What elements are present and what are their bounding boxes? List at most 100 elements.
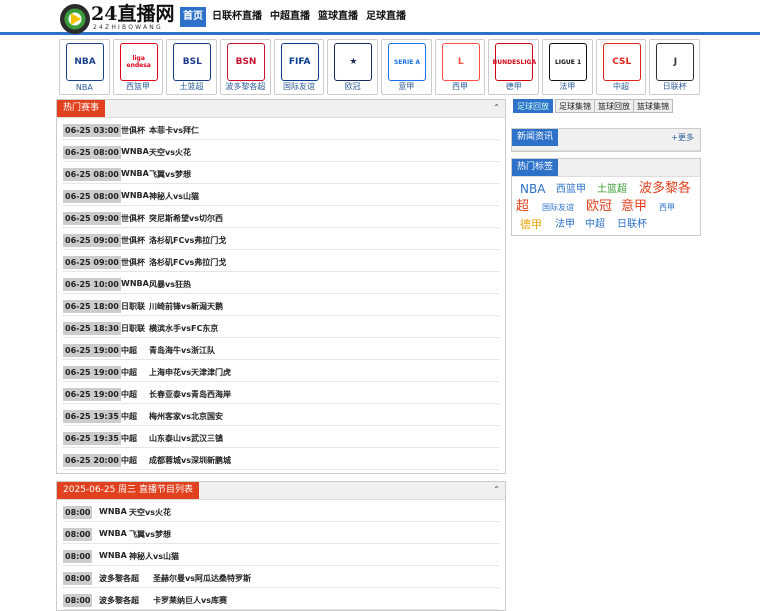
schedule-header: 2025-06-25 周三 直播节目列表 ⌃ (57, 482, 505, 500)
table-row[interactable]: 08:00 WNBA 天空vs火花 (63, 503, 499, 522)
table-row[interactable]: 06-25 20:00 中超 成都蓉城vs深圳新鹏城 (63, 451, 499, 470)
collapse-icon[interactable]: ⌃ (493, 103, 500, 112)
tag-link[interactable]: 土篮超 (597, 185, 627, 195)
tag-link[interactable]: 波多黎各 (639, 182, 691, 195)
table-row[interactable]: 06-25 08:00 WNBA 天空vs火花 (63, 143, 499, 162)
league-tile[interactable]: ★ 欧冠 (327, 39, 379, 95)
league-logo-icon: BSL (173, 43, 212, 81)
nav-basketball[interactable]: 篮球直播 (316, 7, 360, 27)
logo-subtitle: 24ZHIBOWANG (93, 24, 163, 31)
match-title[interactable]: 卡罗莱纳巨人vs库赛 (153, 595, 227, 606)
match-title[interactable]: 风暴vs狂热 (149, 279, 191, 290)
tab-football-replay[interactable]: 足球回放 (513, 99, 553, 113)
table-row[interactable]: 06-25 19:35 中超 山东泰山vs武汉三镇 (63, 429, 499, 448)
table-row[interactable]: 06-25 09:00 世俱杯 洛杉矶FCvs弗拉门戈 (63, 231, 499, 250)
tag-link[interactable]: 德甲 (520, 219, 542, 230)
match-title[interactable]: 成都蓉城vs深圳新鹏城 (149, 455, 231, 466)
league-logo-icon: LIGUE 1 (549, 43, 588, 81)
league-tile[interactable]: J 日联杯 (649, 39, 701, 95)
league-name: 世俱杯 (121, 258, 145, 267)
tab-basketball-highlights[interactable]: 篮球集锦 (633, 99, 673, 113)
tab-football-highlights[interactable]: 足球集锦 (555, 99, 595, 113)
match-title[interactable]: 天空vs火花 (149, 147, 191, 158)
tag-link[interactable]: 西篮甲 (556, 185, 586, 195)
table-row[interactable]: 08:00 波多黎各超 卡罗莱纳巨人vs库赛 (63, 591, 499, 610)
match-time: 06-25 08:00 (63, 190, 121, 203)
tag-link[interactable]: 欧冠 (586, 200, 612, 213)
league-logo-icon: BUNDESLIGA (493, 43, 536, 81)
table-row[interactable]: 06-25 09:00 世俱杯 洛杉矶FCvs弗拉门戈 (63, 253, 499, 272)
match-title[interactable]: 神秘人vs山猫 (129, 551, 179, 562)
league-tile[interactable]: CSL 中超 (595, 39, 647, 95)
league-tile[interactable]: FIFA 国际友谊 (273, 39, 325, 95)
tag-link[interactable]: 西甲 (659, 204, 675, 212)
tag-link[interactable]: 法甲 (555, 220, 575, 230)
league-tile[interactable]: BSL 土篮超 (166, 39, 218, 95)
table-row[interactable]: 06-25 09:00 世俱杯 突尼斯希望vs切尔西 (63, 209, 499, 228)
league-label: 日联杯 (662, 82, 687, 91)
site-logo[interactable]: 24直播网 24ZHIBOWANG (60, 3, 174, 34)
league-tile[interactable]: LIGUE 1 法甲 (542, 39, 593, 95)
league-tile[interactable]: liga endesa 西篮甲 (112, 39, 164, 95)
match-title[interactable]: 横滨水手vsFC东京 (149, 323, 218, 334)
table-row[interactable]: 06-25 19:00 中超 青岛海牛vs浙江队 (63, 341, 499, 360)
nav-csl[interactable]: 中超直播 (268, 7, 312, 27)
tag-link[interactable]: 超 (516, 200, 529, 213)
nav-jleague-cup[interactable]: 日联杯直播 (210, 7, 264, 27)
play-ball-icon (60, 4, 90, 34)
league-logo-icon: CSL (602, 43, 641, 81)
match-title[interactable]: 突尼斯希望vs切尔西 (149, 213, 223, 224)
match-title[interactable]: 本菲卡vs拜仁 (149, 125, 199, 136)
match-title[interactable]: 洛杉矶FCvs弗拉门戈 (149, 257, 226, 268)
league-name: WNBA (121, 147, 149, 156)
nav-football[interactable]: 足球直播 (364, 7, 408, 27)
match-title[interactable]: 神秘人vs山猫 (149, 191, 199, 202)
league-tile[interactable]: BSN 波多黎各超 (220, 39, 271, 95)
league-tile[interactable]: L 西甲 (434, 39, 486, 95)
match-title[interactable]: 梅州客家vs北京国安 (149, 411, 223, 422)
league-name: WNBA (99, 507, 127, 516)
table-row[interactable]: 08:00 波多黎各超 圣赫尔曼vs阿瓜达桑特罗斯 (63, 569, 499, 588)
table-row[interactable]: 06-25 19:00 中超 长春亚泰vs青岛西海岸 (63, 385, 499, 404)
table-row[interactable]: 08:00 WNBA 飞翼vs梦想 (63, 525, 499, 544)
match-time: 08:00 (63, 550, 93, 563)
match-title[interactable]: 圣赫尔曼vs阿瓜达桑特罗斯 (153, 573, 251, 584)
table-row[interactable]: 06-25 19:35 中超 梅州客家vs北京国安 (63, 407, 499, 426)
league-tile[interactable]: SERIE A 意甲 (381, 39, 432, 95)
match-title[interactable]: 飞翼vs梦想 (129, 529, 171, 540)
tag-link[interactable]: 日联杯 (617, 220, 647, 230)
match-title[interactable]: 洛杉矶FCvs弗拉门戈 (149, 235, 226, 246)
match-title[interactable]: 长春亚泰vs青岛西海岸 (149, 389, 231, 400)
table-row[interactable]: 06-25 19:00 中超 上海申花vs天津津门虎 (63, 363, 499, 382)
match-title[interactable]: 山东泰山vs武汉三镇 (149, 433, 223, 444)
hot-matches-title: 热门赛事 (57, 100, 106, 117)
schedule-title: 2025-06-25 周三 直播节目列表 (57, 482, 200, 499)
table-row[interactable]: 06-25 08:00 WNBA 飞翼vs梦想 (63, 165, 499, 184)
league-logo-icon: SERIE A (388, 43, 427, 81)
league-name: 中超 (121, 434, 137, 443)
tag-link[interactable]: 意甲 (621, 200, 647, 213)
league-tile[interactable]: NBA NBA (59, 39, 110, 95)
tag-link[interactable]: 国际友谊 (542, 204, 574, 212)
table-row[interactable]: 06-25 03:00 世俱杯 本菲卡vs拜仁 (63, 121, 499, 140)
match-title[interactable]: 飞翼vs梦想 (149, 169, 191, 180)
league-label: 欧冠 (344, 82, 361, 91)
nav-home[interactable]: 首页 (180, 7, 206, 27)
league-tile[interactable]: BUNDESLIGA 德甲 (488, 39, 540, 95)
match-title[interactable]: 上海申花vs天津津门虎 (149, 367, 231, 378)
table-row[interactable]: 06-25 10:00 WNBA 风暴vs狂热 (63, 275, 499, 294)
tab-basketball-replay[interactable]: 篮球回放 (594, 99, 634, 113)
collapse-icon[interactable]: ⌃ (493, 485, 500, 494)
match-title[interactable]: 川崎前锋vs新潟天鹅 (149, 301, 223, 312)
table-row[interactable]: 06-25 08:00 WNBA 神秘人vs山猫 (63, 187, 499, 206)
table-row[interactable]: 06-25 18:00 日职联 川崎前锋vs新潟天鹅 (63, 297, 499, 316)
match-title[interactable]: 青岛海牛vs浙江队 (149, 345, 215, 356)
table-row[interactable]: 08:00 WNBA 神秘人vs山猫 (63, 547, 499, 566)
table-row[interactable]: 06-25 18:30 日职联 横滨水手vsFC东京 (63, 319, 499, 338)
league-bar: NBA NBA liga endesa 西篮甲 BSL 土篮超 BSN 波多黎各超 FIFA 国际… (59, 39, 701, 95)
match-title[interactable]: 天空vs火花 (129, 507, 171, 518)
tag-link[interactable]: NBA (520, 183, 545, 195)
league-name: 中超 (121, 412, 137, 421)
tag-link[interactable]: 中超 (585, 220, 605, 230)
news-more-link[interactable]: +更多 (671, 132, 694, 143)
